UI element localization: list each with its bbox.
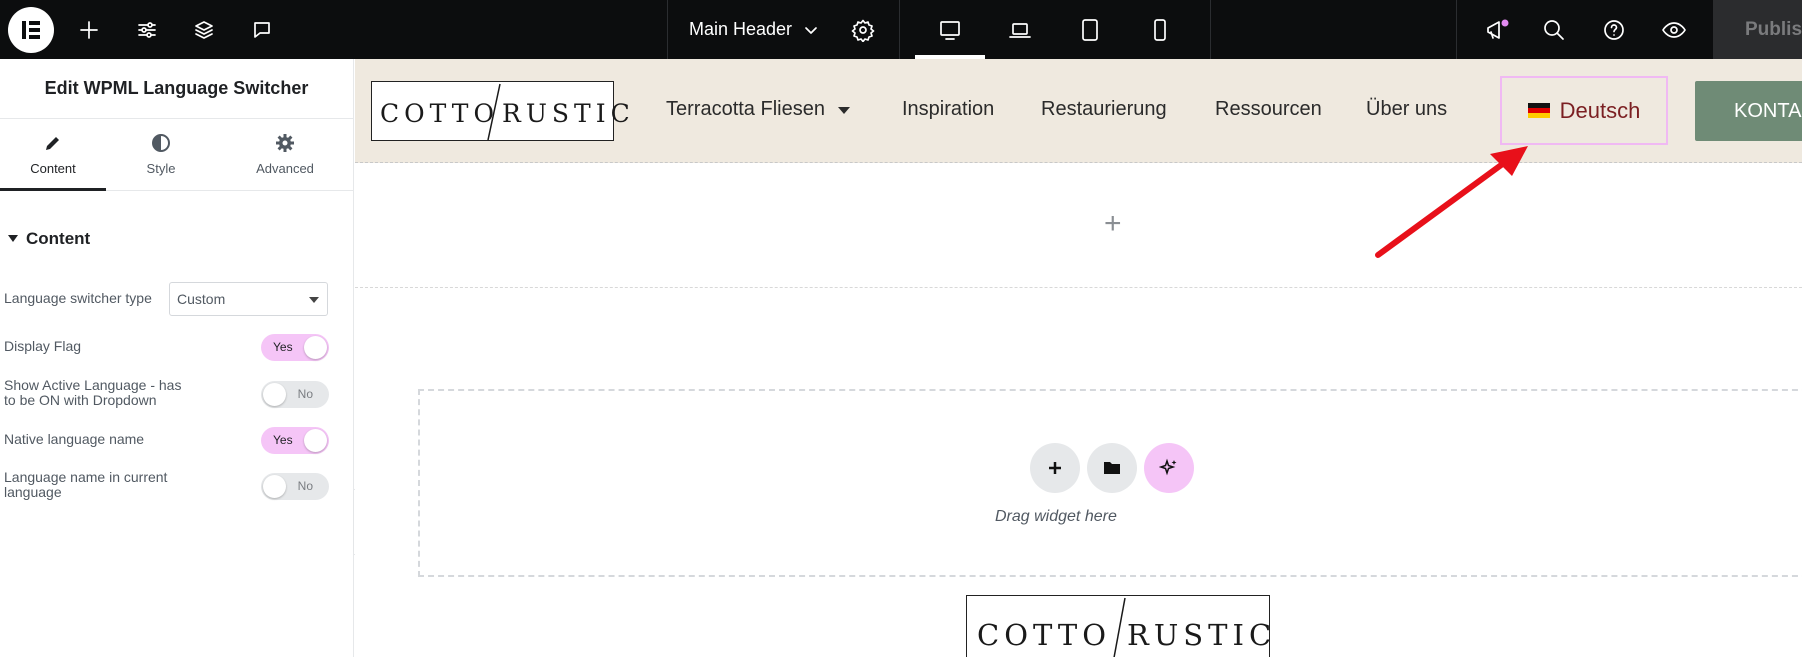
gear-icon (232, 133, 338, 155)
toggle-state: Yes (273, 340, 293, 354)
contrast-icon (108, 133, 214, 155)
mobile-icon[interactable] (1148, 0, 1172, 59)
gear-icon[interactable] (850, 0, 876, 59)
nav-inspiration[interactable]: Inspiration (902, 98, 994, 121)
search-icon[interactable] (1540, 0, 1568, 59)
logo-word-right: RUSTIC (1127, 618, 1277, 652)
show-active-language-label: Show Active Language - has to be ON with … (4, 377, 182, 408)
german-flag-icon (1527, 103, 1550, 118)
widget-drop-zone[interactable]: Drag widget here (418, 389, 1802, 577)
language-name-current-toggle[interactable]: No (261, 473, 329, 500)
nav-ueber-uns[interactable]: Über uns (1366, 98, 1447, 121)
native-language-name-toggle[interactable]: Yes (261, 427, 329, 454)
caret-down-icon (8, 235, 18, 242)
editor-canvas: COTTO RUSTIC Terracotta Fliesen Inspirat… (355, 59, 1802, 657)
language-switcher-widget[interactable]: Deutsch (1500, 76, 1668, 145)
template-library-button[interactable] (1087, 443, 1137, 493)
plus-icon (1049, 462, 1061, 474)
tab-content[interactable]: Content (0, 119, 106, 191)
add-section-area: + (355, 163, 1802, 288)
sparkle-icon (1159, 458, 1177, 476)
eye-icon[interactable] (1659, 0, 1689, 59)
toggle-state: No (297, 479, 313, 493)
toggle-state: Yes (273, 433, 293, 447)
native-language-name-label: Native language name (4, 431, 145, 447)
layers-icon[interactable] (189, 0, 219, 59)
tablet-icon[interactable] (1077, 0, 1103, 59)
folder-icon (1104, 462, 1120, 474)
site-logo[interactable]: COTTO RUSTIC (371, 81, 630, 141)
chevron-down-icon[interactable] (800, 0, 822, 59)
site-header[interactable]: COTTO RUSTIC Terracotta Fliesen Inspirat… (355, 59, 1802, 163)
publish-button[interactable]: Publis (1713, 0, 1802, 59)
drag-widget-hint: Drag widget here (995, 508, 1117, 525)
caret-down-icon (309, 297, 319, 303)
logo-word-right: RUSTIC (502, 99, 635, 128)
language-name: Deutsch (1559, 97, 1641, 123)
tab-advanced[interactable]: Advanced (232, 119, 338, 191)
laptop-icon[interactable] (1006, 0, 1034, 59)
switcher-type-value: Custom (177, 291, 226, 307)
help-icon[interactable] (1600, 0, 1628, 59)
language-name-current-label: Language name in current language (4, 469, 168, 500)
widget-settings-panel: Edit WPML Language Switcher Content Styl… (0, 59, 354, 657)
document-title[interactable]: Main Header (689, 0, 792, 59)
ai-generate-button[interactable] (1144, 443, 1194, 493)
tab-content-label: Content (30, 161, 76, 176)
switcher-type-select[interactable]: Custom (169, 282, 328, 316)
toggle-state: No (297, 387, 313, 401)
show-active-language-toggle[interactable]: No (261, 381, 329, 408)
nav-restaurierung[interactable]: Restaurierung (1041, 98, 1167, 121)
panel-title: Edit WPML Language Switcher (0, 59, 353, 119)
nav-label: Terracotta Fliesen (666, 98, 825, 120)
content-section-toggle[interactable]: Content (8, 229, 90, 249)
tab-style-label: Style (146, 161, 176, 176)
tab-style[interactable]: Style (108, 119, 214, 191)
section-title: Content (26, 229, 91, 248)
display-flag-toggle[interactable]: Yes (261, 334, 329, 361)
panel-tabs: Content Style Advanced (0, 119, 353, 191)
kontakt-button[interactable]: KONTAKT (1695, 81, 1802, 141)
editor-top-bar: Main Header Publis (0, 0, 1802, 59)
pencil-icon (0, 133, 106, 155)
elementor-logo-icon[interactable] (8, 7, 54, 53)
plus-icon[interactable] (74, 0, 104, 59)
desktop-icon[interactable] (936, 0, 964, 59)
caret-down-icon (837, 107, 850, 114)
nav-ressourcen[interactable]: Ressourcen (1215, 98, 1322, 121)
comment-icon[interactable] (247, 0, 277, 59)
footer-logo[interactable]: COTTO RUSTIC (966, 595, 1271, 657)
display-flag-label: Display Flag (4, 338, 82, 354)
add-section-button[interactable] (1030, 443, 1080, 493)
tab-advanced-label: Advanced (256, 161, 314, 176)
megaphone-icon[interactable] (1482, 0, 1512, 59)
add-element-plus-icon[interactable]: + (1104, 209, 1122, 239)
nav-terracotta-fliesen[interactable]: Terracotta Fliesen (666, 98, 851, 121)
switcher-type-label: Language switcher type (4, 290, 152, 306)
sliders-icon[interactable] (132, 0, 162, 59)
